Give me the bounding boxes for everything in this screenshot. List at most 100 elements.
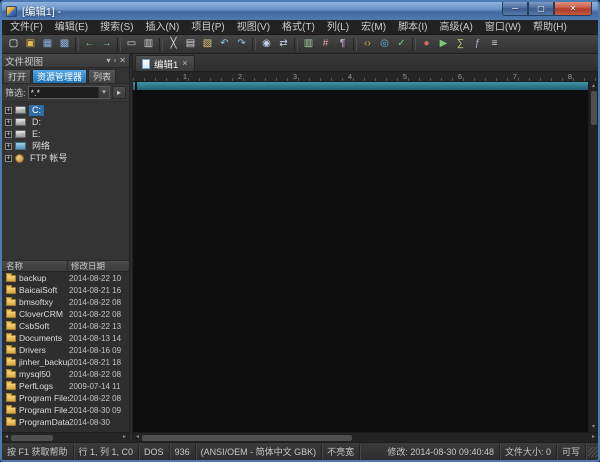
undo-icon[interactable]: ↶ [217,36,233,52]
file-row[interactable]: jinher_backup 2014-08-21 18 [2,356,129,368]
menu-item[interactable]: 高级(A) [434,20,479,35]
separator[interactable] [159,38,163,51]
back-icon[interactable]: ← [82,36,98,52]
menu-item[interactable]: 项目(P) [185,20,230,35]
menu-item[interactable]: 窗口(W) [479,20,527,35]
document-tab[interactable]: 编辑1 × [135,55,195,71]
file-row[interactable]: Program Files 2014-08-22 08 [2,392,129,404]
expand-icon[interactable]: + [5,119,12,126]
save-all-icon[interactable]: ▩ [57,36,73,52]
close-button[interactable]: ✕ [554,2,592,16]
filter-apply-button[interactable]: ▸ [112,86,126,99]
separator[interactable] [252,38,256,51]
scroll-left-icon[interactable]: ◂ [2,433,11,442]
copy-icon[interactable]: ▤ [183,36,199,52]
file-row[interactable]: CsbSoft 2014-08-22 13 [2,320,129,332]
open-file-icon[interactable]: ▣ [23,36,39,52]
sidebar-tab-explorer[interactable]: 资源管理器 [32,69,87,83]
menu-item[interactable]: 脚本(I) [392,20,433,35]
html-icon[interactable]: ‹› [360,36,376,52]
menu-item[interactable]: 视图(V) [231,20,276,35]
filter-input[interactable] [29,87,98,98]
filter-dropdown-icon[interactable]: ▾ [98,87,109,98]
scroll-left-icon[interactable]: ◂ [133,433,142,442]
syntax-icon[interactable]: ¶ [335,36,351,52]
column-date[interactable]: 修改日期 [68,261,129,271]
separator[interactable] [294,38,298,51]
redo-icon[interactable]: ↷ [234,36,250,52]
scrollbar-thumb[interactable] [142,435,352,441]
menu-item[interactable]: 编辑(E) [49,20,94,35]
editor-content[interactable]: ▴ ▾ [133,82,598,432]
separator[interactable] [353,38,357,51]
file-row[interactable]: Drivers 2014-08-16 09 [2,344,129,356]
menu-item[interactable]: 列(L) [321,20,355,35]
column-mode-icon[interactable]: ▥ [301,36,317,52]
file-row[interactable]: backup 2014-08-22 10 [2,272,129,284]
scroll-right-icon[interactable]: ▸ [120,433,129,442]
print-preview-icon[interactable]: ▥ [141,36,157,52]
scroll-right-icon[interactable]: ▸ [589,433,598,442]
title-bar[interactable]: [编辑1] - ─ ▢ ✕ [2,2,598,20]
expand-icon[interactable]: + [5,143,12,150]
browser-icon[interactable]: ◎ [377,36,393,52]
file-row[interactable]: CloverCRM 2014-08-22 08 [2,308,129,320]
tab-close-icon[interactable]: × [182,59,187,68]
expand-icon[interactable]: + [5,155,12,162]
scrollbar-thumb[interactable] [11,435,53,441]
tree-item[interactable]: + 网络 [2,140,129,152]
macro-record-icon[interactable]: ● [419,36,435,52]
find-icon[interactable]: ◉ [259,36,275,52]
menu-item[interactable]: 插入(N) [139,20,185,35]
script-icon[interactable]: ∑ [453,36,469,52]
maximize-button[interactable]: ▢ [528,2,554,16]
file-row[interactable]: ProgramData 2014-08-30 [2,416,129,428]
spell-check-icon[interactable]: ✓ [394,36,410,52]
file-row[interactable]: mysql50 2014-08-22 08 [2,368,129,380]
save-icon[interactable]: ▦ [40,36,56,52]
settings-icon[interactable]: ≡ [487,36,503,52]
scrollbar-thumb[interactable] [591,91,597,125]
function-list-icon[interactable]: ƒ [470,36,486,52]
hex-edit-icon[interactable]: # [318,36,334,52]
menu-item[interactable]: 宏(M) [355,20,392,35]
scroll-down-icon[interactable]: ▾ [592,423,595,432]
tree-item[interactable]: + D: [2,116,129,128]
tree-item[interactable]: + FTP 帐号 [2,152,129,164]
cut-icon[interactable]: ╳ [166,36,182,52]
menu-item[interactable]: 搜索(S) [94,20,139,35]
new-file-icon[interactable]: ▢ [6,36,22,52]
sidebar-tab-list[interactable]: 列表 [88,69,116,83]
menu-item[interactable]: 文件(F) [4,20,49,35]
column-name[interactable]: 名称 [2,261,68,271]
editor-horizontal-scrollbar[interactable]: ◂ ▸ [133,432,598,442]
file-row[interactable]: BaicaiSoft 2014-08-21 16 [2,284,129,296]
menu-item[interactable]: 格式(T) [276,20,321,35]
expand-icon[interactable]: + [5,131,12,138]
file-row[interactable]: Documents 2014-08-13 14 [2,332,129,344]
tree-item[interactable]: + E: [2,128,129,140]
separator[interactable] [117,38,121,51]
file-row[interactable]: Program File... 2014-08-30 09 [2,404,129,416]
print-icon[interactable]: ▭ [124,36,140,52]
separator[interactable] [75,38,79,51]
expand-icon[interactable]: + [5,107,12,114]
replace-icon[interactable]: ⇄ [276,36,292,52]
resize-grip-icon[interactable] [588,447,598,457]
chevron-down-icon[interactable]: ▾ [106,55,110,67]
file-row[interactable]: PerfLogs 2009-07-14 11 [2,380,129,392]
menu-item[interactable]: 帮助(H) [527,20,573,35]
pin-icon[interactable]: ▫ [113,55,116,67]
macro-play-icon[interactable]: ▶ [436,36,452,52]
editor-vertical-scrollbar[interactable]: ▴ ▾ [588,82,598,432]
sidebar-horizontal-scrollbar[interactable]: ◂ ▸ [2,432,129,442]
minimize-button[interactable]: ─ [502,2,528,16]
paste-icon[interactable]: ▧ [200,36,216,52]
scroll-up-icon[interactable]: ▴ [592,82,595,91]
sidebar-tab-open[interactable]: 打开 [3,69,31,83]
separator[interactable] [412,38,416,51]
file-row[interactable]: bmsoftxy 2014-08-22 08 [2,296,129,308]
forward-icon[interactable]: → [99,36,115,52]
panel-close-icon[interactable]: ✕ [119,55,126,67]
tree-item[interactable]: + C: [2,104,129,116]
